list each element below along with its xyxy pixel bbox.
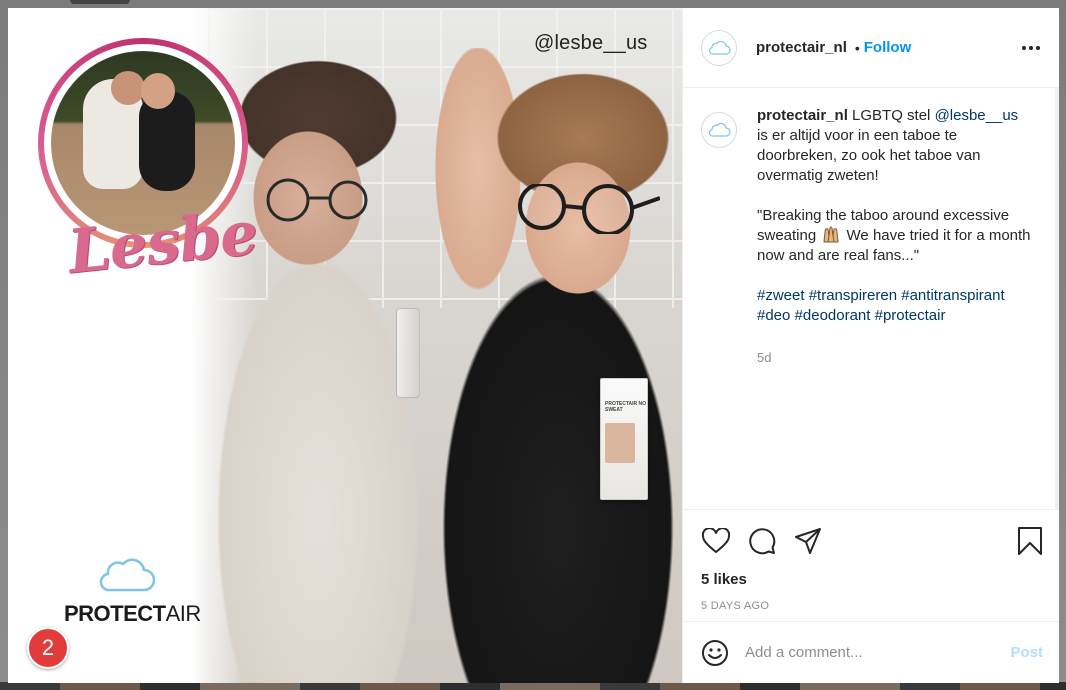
wordmark-bold: PROTECT [64, 601, 166, 626]
post-image[interactable]: PROTECTAIR NO SWEAT @lesbe__us Lesbe PRO… [8, 8, 682, 683]
product-photo [605, 423, 635, 463]
heart-icon[interactable] [701, 526, 731, 556]
add-comment-bar: Post [683, 621, 1059, 683]
glasses-left [266, 178, 368, 222]
header-username[interactable]: protectair_nl [756, 39, 847, 56]
wordmark-thin: AIR [165, 601, 202, 626]
caption-paragraph: protectair_nl LGBTQ stel @lesbe__us is e… [757, 106, 1032, 186]
caption-quote: "Breaking the taboo around excessive swe… [757, 206, 1032, 266]
comment-input[interactable] [745, 644, 1011, 661]
follow-button[interactable]: Follow [864, 39, 912, 56]
post-modal: PROTECTAIR NO SWEAT @lesbe__us Lesbe PRO… [8, 8, 1059, 683]
image-watermark-handle: @lesbe__us [534, 32, 648, 54]
cloud-icon [99, 558, 156, 592]
protectair-wordmark: PROTECTAIR [64, 601, 201, 627]
caption-username[interactable]: protectair_nl [757, 107, 848, 124]
scrollbar[interactable] [1055, 88, 1059, 509]
background-feed-strip [0, 682, 1066, 690]
share-icon[interactable] [793, 526, 823, 556]
background-avatar-peek [70, 0, 130, 4]
avatar[interactable] [701, 112, 737, 148]
spray-bottle [396, 308, 420, 398]
caption-text-part: is er altijd voor in een taboe te doorbr… [757, 127, 981, 184]
post-date[interactable]: 5 DAYS AGO [701, 600, 1045, 612]
raising-hands-icon [823, 226, 839, 243]
comment-icon[interactable] [747, 526, 777, 556]
smiley-icon[interactable] [701, 639, 729, 667]
caption-text: protectair_nl LGBTQ stel @lesbe__us is e… [757, 106, 1032, 368]
avatar[interactable] [701, 29, 737, 66]
caption-mention[interactable]: @lesbe__us [935, 107, 1019, 124]
post-side-panel: protectair_nl • Follow protectair_nl LGB… [682, 8, 1059, 683]
cloud-icon [708, 122, 731, 137]
notification-badge[interactable]: 2 [27, 627, 69, 669]
product-label: PROTECTAIR NO SWEAT [605, 401, 647, 413]
separator-dot: • [854, 39, 860, 56]
glasses-right [518, 184, 660, 234]
cloud-icon [708, 40, 731, 55]
likes-count[interactable]: 5 likes [701, 571, 1045, 588]
action-icons-row [701, 520, 1045, 562]
comments-section[interactable]: protectair_nl LGBTQ stel @lesbe__us is e… [683, 88, 1059, 509]
post-caption: protectair_nl LGBTQ stel @lesbe__us is e… [701, 106, 1041, 368]
product-box: PROTECTAIR NO SWEAT [600, 378, 648, 500]
caption-timestamp[interactable]: 5d [757, 348, 1032, 368]
post-actions: 5 likes 5 DAYS AGO [683, 509, 1059, 621]
more-options-icon[interactable] [1019, 36, 1043, 60]
bookmark-icon[interactable] [1015, 526, 1045, 556]
post-header: protectair_nl • Follow [683, 8, 1059, 88]
caption-text-part: LGBTQ stel [847, 107, 935, 124]
caption-hashtags[interactable]: #zweet #transpireren #antitranspirant #d… [757, 286, 1032, 326]
photo-person-right [408, 48, 682, 683]
post-comment-button[interactable]: Post [1010, 644, 1043, 661]
